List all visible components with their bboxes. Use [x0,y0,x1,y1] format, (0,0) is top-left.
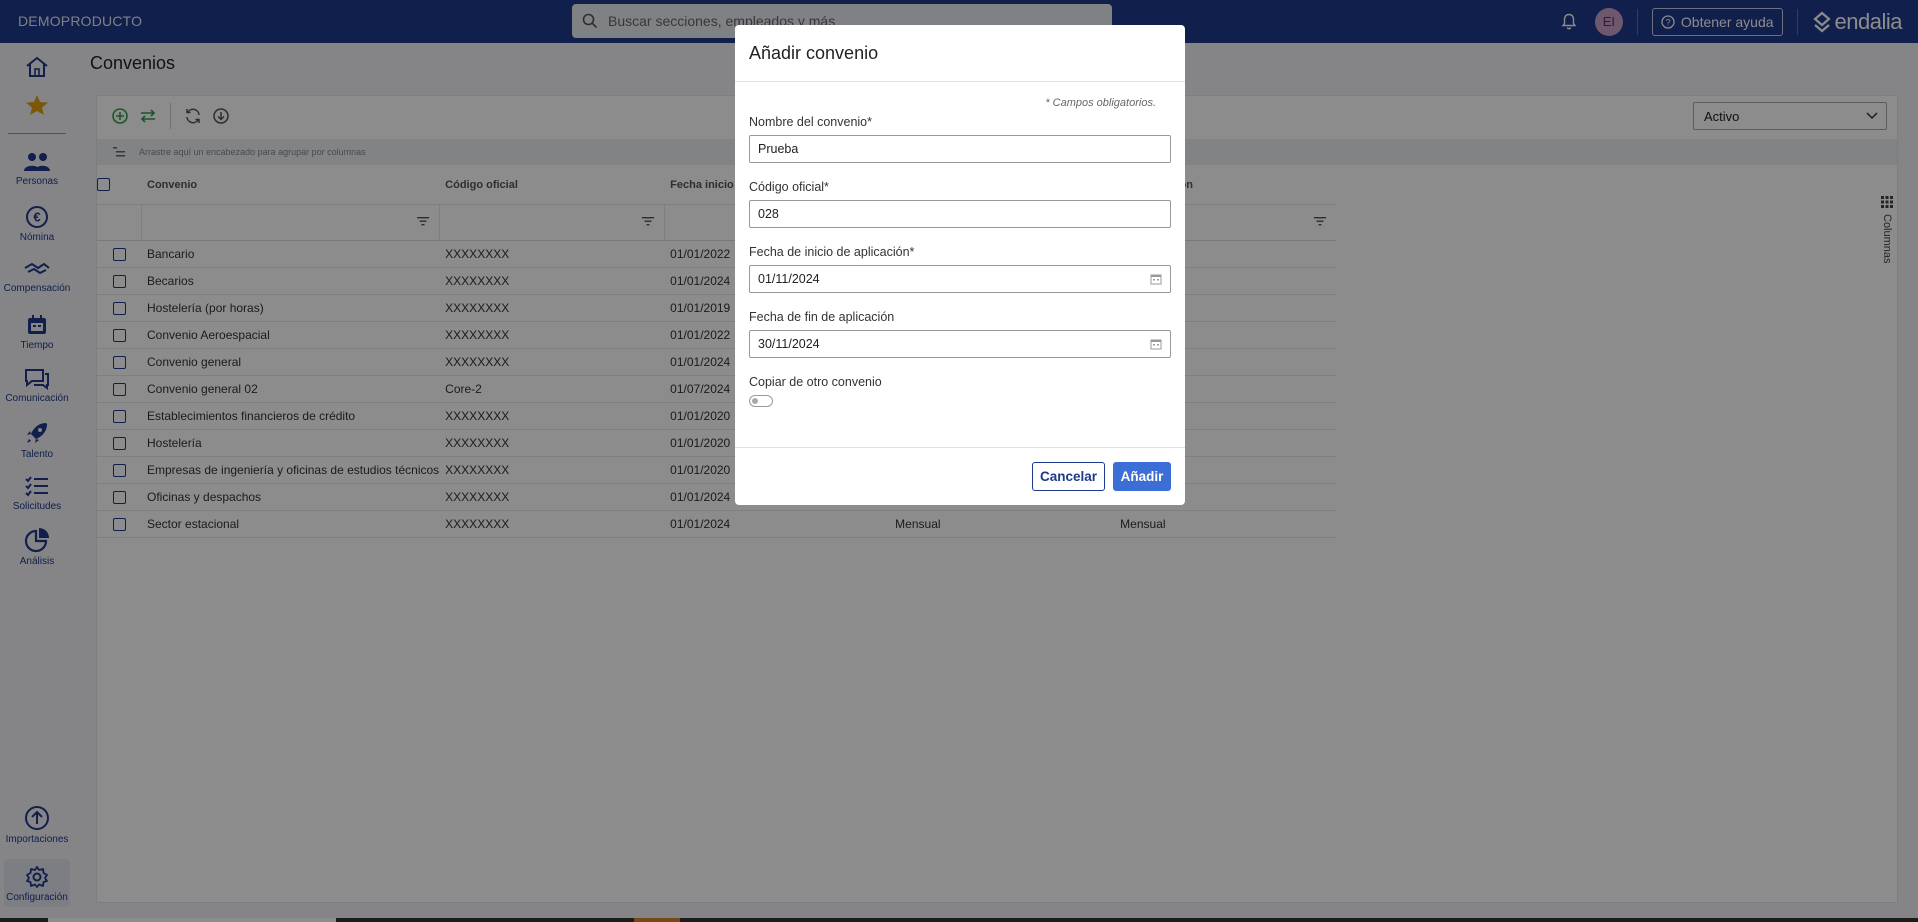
add-convenio-dialog: Añadir convenio * Campos obligatorios. N… [735,25,1185,505]
calendar-icon[interactable] [1150,273,1162,285]
dialog-title: Añadir convenio [735,25,1185,82]
copy-toggle[interactable] [749,395,773,407]
code-label: Código oficial* [749,180,829,194]
end-date-value: 30/11/2024 [758,337,820,351]
copy-label: Copiar de otro convenio [749,375,882,389]
calendar-icon[interactable] [1150,338,1162,350]
required-fields-note: * Campos obligatorios. [1045,97,1156,109]
end-date-input[interactable]: 30/11/2024 [749,330,1171,358]
name-value: Prueba [758,142,799,156]
code-input[interactable]: 028 [749,200,1171,228]
start-date-label: Fecha de inicio de aplicación* [749,245,915,259]
field-code: Código oficial* 028 [749,180,1171,228]
end-date-label: Fecha de fin de aplicación [749,310,895,324]
name-label: Nombre del convenio* [749,115,872,129]
add-button[interactable]: Añadir [1113,462,1171,491]
field-copy: Copiar de otro convenio [749,375,1171,407]
field-end-date: Fecha de fin de aplicación 30/11/2024 [749,310,1171,358]
code-value: 028 [758,207,779,221]
field-name: Nombre del convenio* Prueba [749,115,1171,163]
name-input[interactable]: Prueba [749,135,1171,163]
dialog-footer: Cancelar Añadir [735,447,1185,505]
start-date-input[interactable]: 01/11/2024 [749,265,1171,293]
field-start-date: Fecha de inicio de aplicación* 01/11/202… [749,245,1171,293]
cancel-button[interactable]: Cancelar [1032,462,1105,491]
start-date-value: 01/11/2024 [758,272,820,286]
